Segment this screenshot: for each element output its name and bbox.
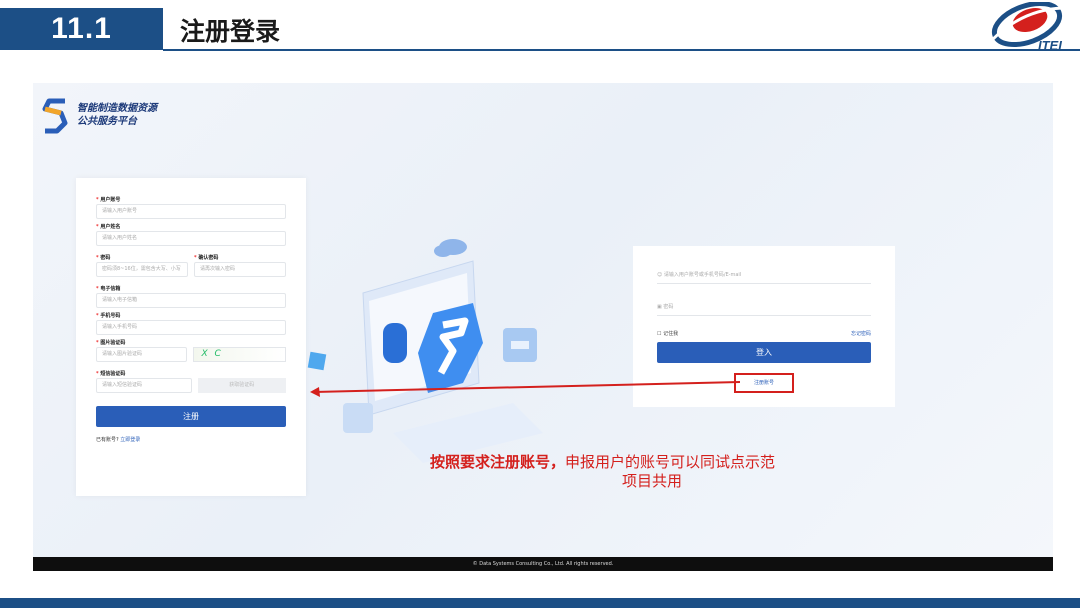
forgot-password-link[interactable]: 忘记密码: [851, 330, 871, 340]
brand-line1: 智能制造数据资源: [77, 103, 157, 114]
register-form: * 用户账号 请输入用户账号 * 用户姓名 请输入用户姓名 * 密码 密码须8~…: [76, 178, 306, 496]
name-label: 用户姓名: [100, 224, 121, 230]
hero-illustration: [307, 239, 543, 463]
annotation-arrow: [310, 381, 740, 397]
name-input[interactable]: 请输入用户姓名: [96, 231, 286, 246]
platform-screenshot: 智能制造数据资源 公共服务平台 * 用户账号 请输入用户账号 * 用户姓名 请输…: [33, 83, 1053, 571]
platform-brand: 智能制造数据资源 公共服务平台: [41, 95, 157, 135]
slide-header: 11.1 注册登录 ITEI: [0, 0, 1080, 54]
remember-me-label: 记住我: [663, 331, 679, 337]
have-account-text: 已有账号?: [96, 437, 119, 443]
username-input[interactable]: 请输入用户账号: [96, 204, 286, 219]
user-icon: ☺: [657, 272, 663, 278]
bottom-bar: [0, 598, 1080, 608]
confirm-password-label: 确认密码: [198, 255, 219, 261]
section-number: 11.1: [0, 8, 163, 50]
login-now-link[interactable]: 立即登录: [120, 437, 140, 443]
cloud-icon: [434, 239, 467, 257]
captcha-image[interactable]: X C: [192, 347, 286, 362]
annotation-bold: 按照要求注册账号，: [430, 453, 566, 471]
platform-logo-icon: [42, 98, 68, 134]
header-divider: [163, 49, 1080, 51]
password-input[interactable]: 密码须8~16位，需包含大写、小写: [96, 262, 188, 277]
email-label: 电子信箱: [100, 286, 121, 292]
email-input[interactable]: 请输入电子信箱: [96, 293, 286, 308]
confirm-password-input[interactable]: 请再次输入密码: [194, 262, 286, 277]
itei-logo-icon: ITEI: [990, 2, 1062, 52]
sms-input[interactable]: 请输入短信验证码: [96, 378, 192, 393]
brand-line2: 公共服务平台: [77, 116, 137, 127]
register-button[interactable]: 注册: [96, 406, 286, 427]
annotation-line1: 申报用户的账号可以同试点示范: [565, 453, 776, 471]
sms-label: 短信验证码: [100, 371, 126, 377]
username-label: 用户账号: [100, 197, 121, 203]
phone-label: 手机号码: [100, 313, 121, 319]
section-title: 注册登录: [180, 17, 281, 46]
login-password-input[interactable]: ▣ 密码: [657, 298, 871, 316]
password-label: 密码: [100, 255, 111, 261]
phone-input[interactable]: 请输入手机号码: [96, 320, 286, 335]
register-account-link[interactable]: 注册账号: [734, 373, 794, 393]
get-sms-code-button[interactable]: 获取验证码: [197, 378, 286, 393]
account-input[interactable]: ☺ 请输入用户账号或手机号码/E-mail: [657, 266, 871, 284]
captcha-input[interactable]: 请输入图片验证码: [96, 347, 187, 362]
itei-logo-text: ITEI: [1038, 38, 1062, 52]
annotation-line2: 项目共用: [622, 472, 683, 490]
captcha-label: 图片验证码: [100, 340, 126, 346]
instruction-annotation: 按照要求注册账号，申报用户的账号可以同试点示范 项目共用: [430, 453, 910, 491]
login-button[interactable]: 登入: [657, 342, 871, 363]
copyright-footer: © Data Systems Consulting Co., Ltd. All …: [33, 557, 1053, 571]
lock-icon: ▣: [657, 304, 662, 310]
checkbox-icon[interactable]: ☐: [657, 331, 661, 337]
